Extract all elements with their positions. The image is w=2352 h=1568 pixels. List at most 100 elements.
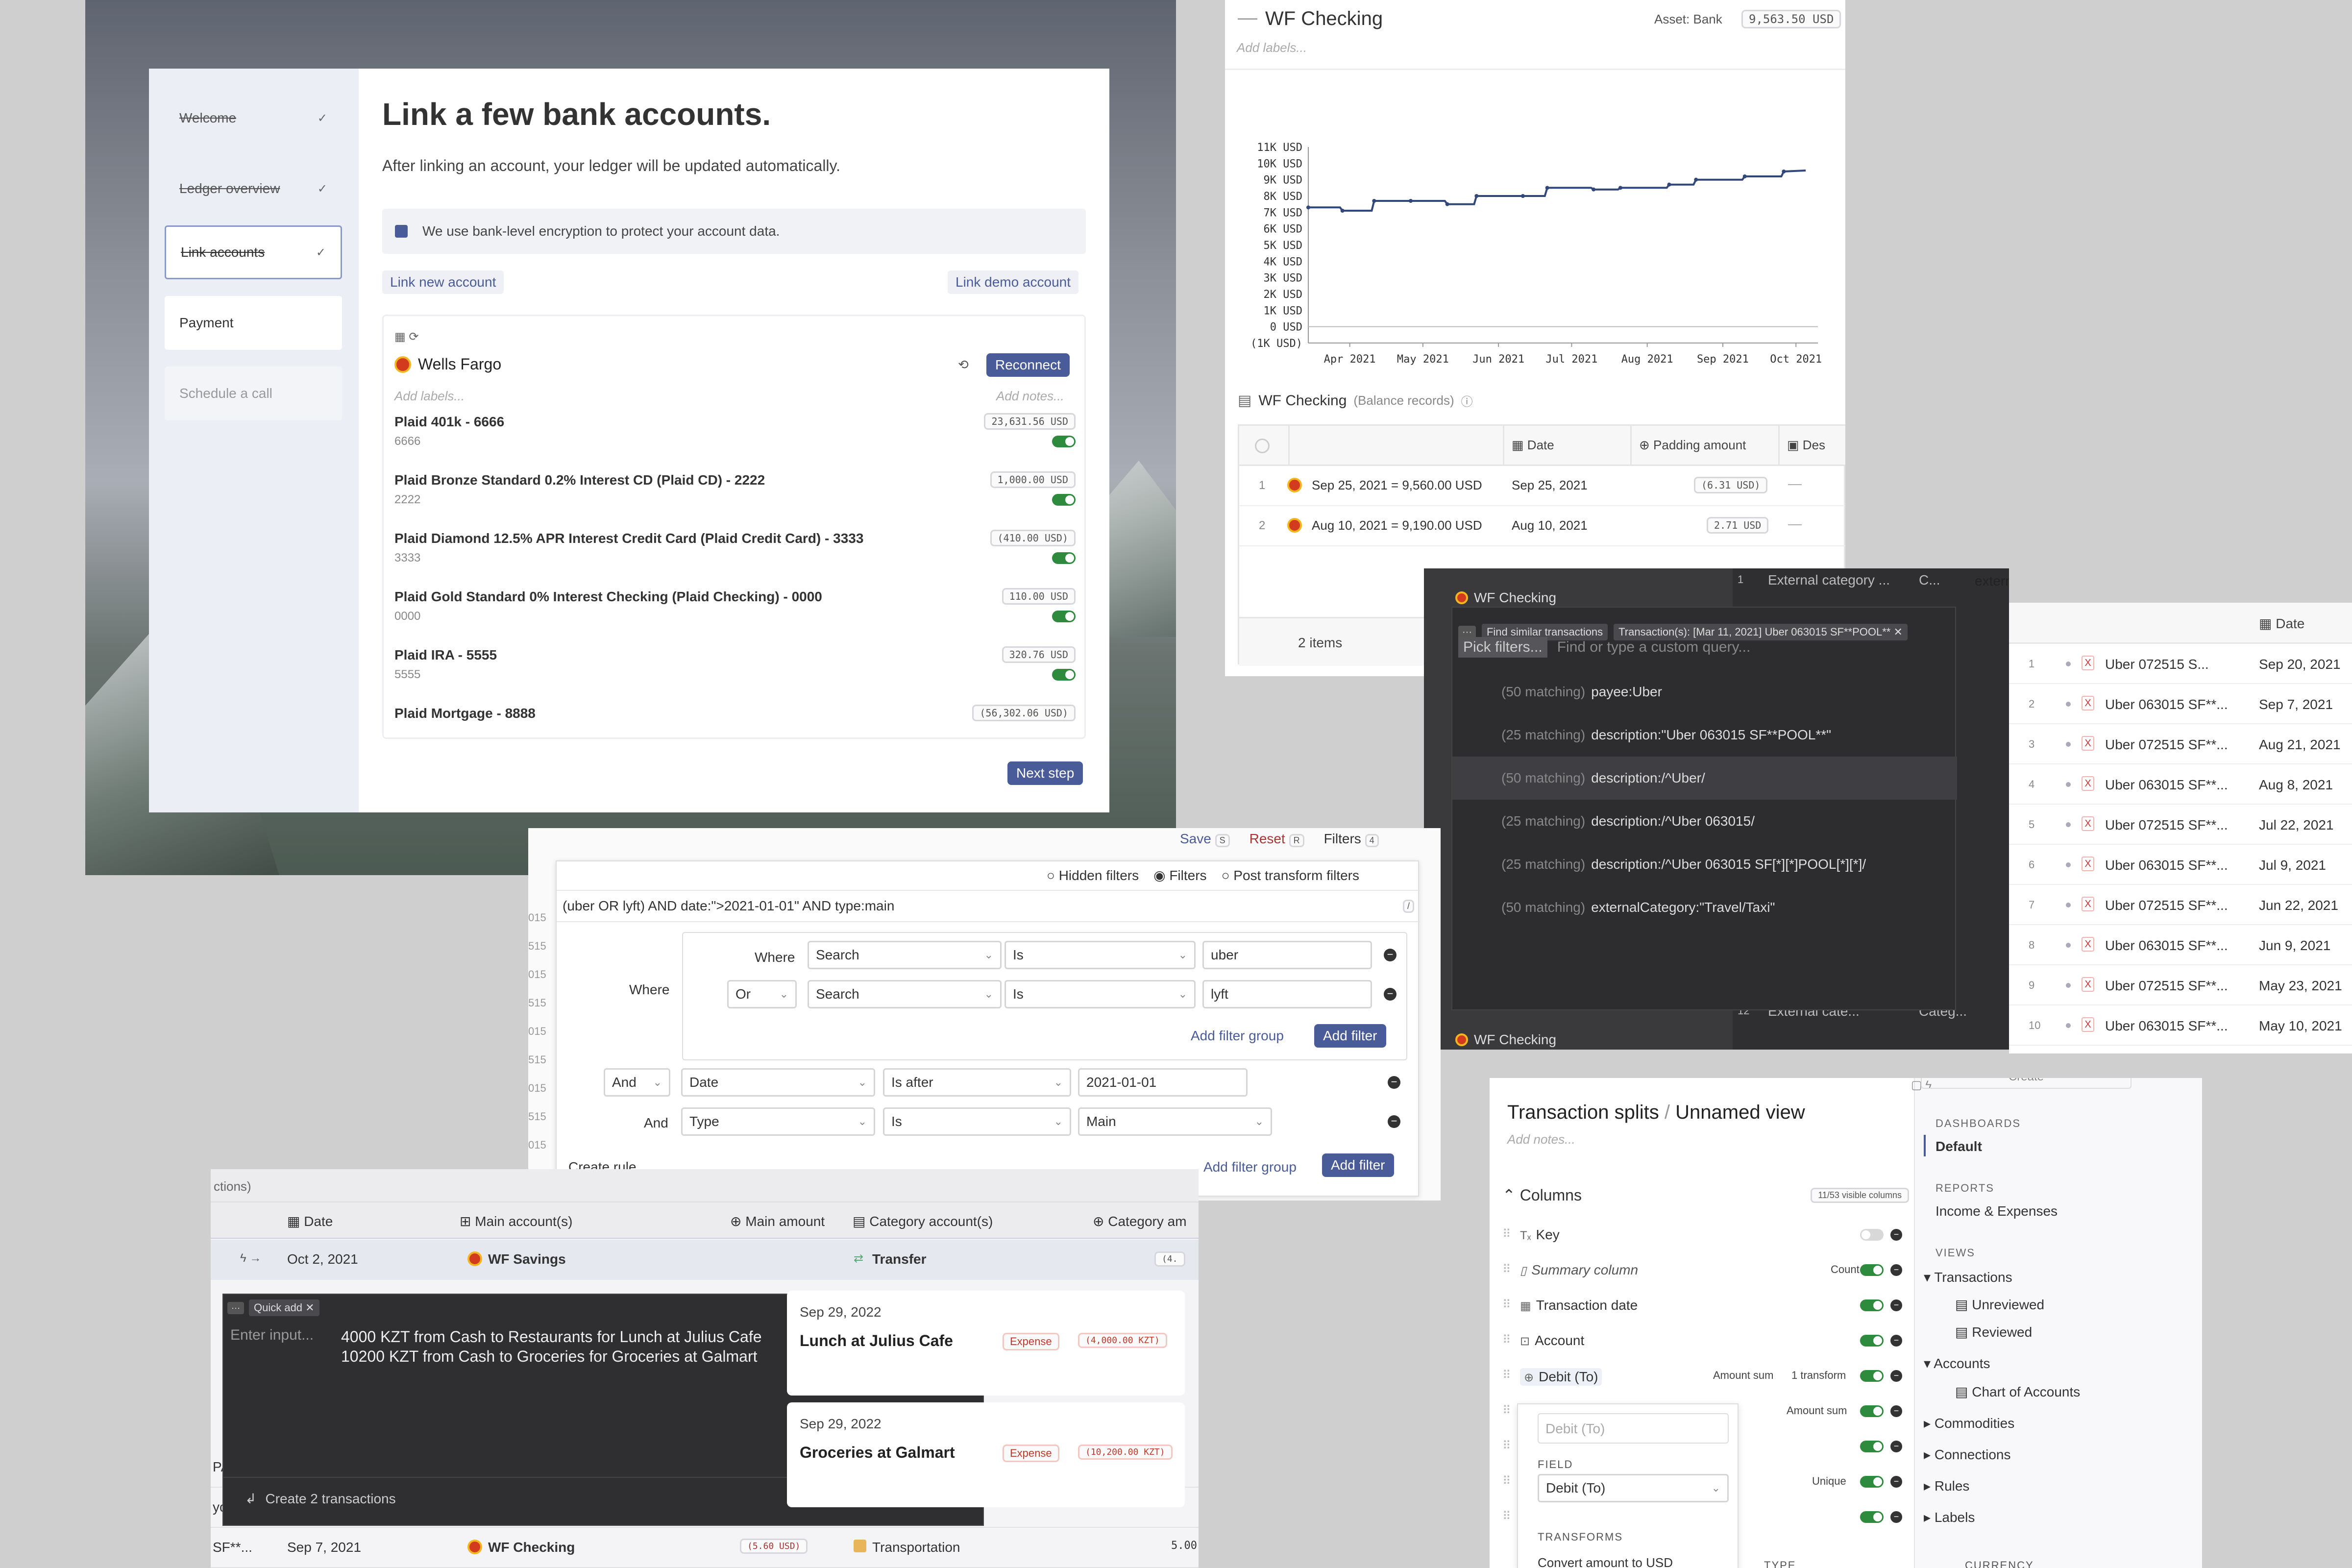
table-row[interactable]: 5 X Uber 072515 SF**... Jul 22, 2021 <box>2009 805 2352 845</box>
columns-toggle[interactable]: ⌃ Columns <box>1502 1186 1582 1204</box>
add-filter-group-button[interactable]: Add filter group <box>1203 1159 1297 1175</box>
query-input[interactable]: (uber OR lyft) AND date:">2021-01-01" AN… <box>557 890 1420 922</box>
similar-option[interactable]: (25 matching) description:/^Uber 063015/ <box>1452 800 1957 843</box>
visibility-toggle[interactable] <box>1860 1511 1884 1523</box>
add-filter-group-button[interactable]: Add filter group <box>1191 1028 1284 1044</box>
remove-column-icon[interactable]: − <box>1890 1405 1902 1417</box>
info-icon[interactable]: ⓘ <box>1461 392 1473 409</box>
sidebar-item-reviewed[interactable]: ▤ Reviewed <box>1955 1324 2032 1340</box>
table-row[interactable]: 6 X Uber 063015 SF**... Jul 9, 2021 <box>2009 845 2352 885</box>
remove-filter-icon[interactable]: − <box>1384 988 1396 1001</box>
drag-handle-icon[interactable]: ⠿ <box>1502 1262 1511 1276</box>
sync-toggle[interactable] <box>1052 436 1076 447</box>
value-input[interactable]: 2021-01-01 <box>1078 1068 1248 1097</box>
remove-column-icon[interactable]: − <box>1890 1335 1902 1347</box>
drag-handle-icon[interactable]: ⠿ <box>1502 1403 1511 1418</box>
table-row[interactable]: 2 Aug 10, 2021 = 9,190.00 USD Aug 10, 20… <box>1239 506 1845 546</box>
transaction-preview-card[interactable]: Sep 29, 2022 Groceries at Galmart Expense (… <box>787 1402 1185 1507</box>
unreviewed-badge[interactable]: X <box>2082 816 2094 831</box>
notes-input[interactable]: Add notes... <box>1507 1132 1575 1147</box>
visibility-toggle[interactable] <box>1860 1264 1884 1276</box>
value-input[interactable]: uber <box>1202 941 1372 969</box>
date-column-header[interactable]: ▦ Date <box>2259 615 2304 632</box>
step-schedule-call[interactable]: Schedule a call <box>165 367 342 420</box>
drag-handle-icon[interactable]: ⠿ <box>1502 1509 1511 1523</box>
filters-button[interactable]: Filters 4 <box>1324 831 1379 847</box>
main-amount-column-header[interactable]: ⊕ Main amount <box>730 1213 825 1229</box>
aggregate-badge[interactable]: Amount sum <box>1713 1369 1774 1382</box>
table-row[interactable]: 4 X Uber 063015 SF**... Aug 8, 2021 <box>2009 764 2352 805</box>
remove-filter-icon[interactable]: − <box>1388 1115 1400 1128</box>
link-new-account-button[interactable]: Link new account <box>382 270 504 294</box>
value-select[interactable]: Main ⌄ <box>1078 1107 1272 1136</box>
quick-add-input[interactable]: 4000 KZT from Cash to Restaurants for Lu… <box>341 1327 772 1366</box>
sidebar-item-default[interactable]: Default <box>1936 1139 1982 1154</box>
account-item[interactable]: Plaid Bronze Standard 0.2% Interest CD (… <box>394 471 1076 526</box>
operator-select[interactable]: Is ⌄ <box>1004 980 1196 1008</box>
step-link-accounts[interactable]: Link accounts ✓ <box>165 225 342 279</box>
field-select[interactable]: Search ⌄ <box>808 941 1002 969</box>
transform-item[interactable]: Convert amount to USD <box>1538 1555 1673 1568</box>
table-row[interactable]: 3 X Uber 072515 SF**... Aug 21, 2021 <box>2009 724 2352 764</box>
remove-column-icon[interactable]: − <box>1890 1370 1902 1382</box>
value-input[interactable]: lyft <box>1202 980 1372 1008</box>
visibility-toggle[interactable] <box>1860 1476 1884 1488</box>
table-row[interactable]: 1 X Uber 072515 S... Sep 20, 2021 <box>2009 644 2352 684</box>
remove-column-icon[interactable]: − <box>1890 1299 1902 1311</box>
history-icon[interactable]: ⟲ <box>958 357 969 372</box>
remove-filter-icon[interactable]: − <box>1388 1076 1400 1089</box>
transaction-preview-card[interactable]: Sep 29, 2022 Lunch at Julius Cafe Expense (… <box>787 1291 1185 1396</box>
query-input[interactable]: Find or type a custom query... <box>1557 639 1751 656</box>
sidebar-item-labels[interactable]: ▸ Labels <box>1924 1509 1975 1525</box>
radio-hidden-filters[interactable]: ○ Hidden filters <box>1047 868 1139 883</box>
table-row[interactable]: 10 X Uber 063015 SF**... May 10, 2021 <box>2009 1005 2352 1046</box>
visibility-toggle[interactable] <box>1860 1370 1884 1382</box>
unreviewed-badge[interactable]: X <box>2082 897 2094 911</box>
similar-option[interactable]: (25 matching) description:"Uber 063015 SF… <box>1452 713 1957 757</box>
sidebar-item-transactions[interactable]: ▾ Transactions <box>1924 1269 2012 1285</box>
column-row[interactable]: ⠿ ▯ Summary column Count − <box>1502 1255 1904 1286</box>
sync-toggle[interactable] <box>1052 494 1076 506</box>
date-column-header[interactable]: ▦ Date <box>1512 438 1554 453</box>
aggregate-badge[interactable]: Amount sum <box>1787 1404 1847 1417</box>
reset-button[interactable]: Reset R <box>1250 831 1304 847</box>
account-item[interactable]: Plaid 401k - 6666 6666 23,631.56 USD <box>394 413 1076 468</box>
drag-handle-icon[interactable]: ⠿ <box>1502 1439 1511 1453</box>
save-button[interactable]: Save S <box>1180 831 1230 847</box>
select-all-checkbox[interactable] <box>1255 439 1270 453</box>
column-name-input[interactable]: Debit (To) <box>1538 1413 1729 1444</box>
sync-toggle[interactable] <box>1052 669 1076 681</box>
sidebar-item-connections[interactable]: ▸ Connections <box>1924 1446 2011 1463</box>
sidebar-item-commodities[interactable]: ▸ Commodities <box>1924 1415 2014 1431</box>
sync-toggle[interactable] <box>1052 552 1076 564</box>
step-ledger-overview[interactable]: Ledger overview ✓ <box>165 162 342 216</box>
account-item[interactable]: Plaid IRA - 5555 5555 320.76 USD <box>394 646 1076 701</box>
drag-handle-icon[interactable]: ⠿ <box>1502 1298 1511 1312</box>
transform-badge[interactable]: 1 transform <box>1791 1369 1846 1382</box>
remove-column-icon[interactable]: − <box>1890 1441 1902 1452</box>
logic-select[interactable]: Or ⌄ <box>727 980 797 1008</box>
operator-select[interactable]: Is ⌄ <box>1004 941 1196 969</box>
link-demo-account-button[interactable]: Link demo account <box>948 270 1079 294</box>
unreviewed-badge[interactable]: X <box>2082 1017 2094 1032</box>
field-select[interactable]: Debit (To) ⌄ <box>1538 1474 1729 1502</box>
step-welcome[interactable]: Welcome ✓ <box>165 91 342 145</box>
operator-select[interactable]: Is ⌄ <box>883 1107 1071 1136</box>
next-step-button[interactable]: Next step <box>1007 761 1083 785</box>
sidebar-item-rules[interactable]: ▸ Rules <box>1924 1478 1969 1494</box>
unreviewed-badge[interactable]: X <box>2082 977 2094 992</box>
field-select[interactable]: Search ⌄ <box>808 980 1002 1008</box>
similar-option[interactable]: (50 matching) payee:Uber <box>1452 670 1957 713</box>
unreviewed-badge[interactable]: X <box>2082 937 2094 952</box>
table-row[interactable]: SF**... Sep 7, 2021 WF Checking (5.60 USD) T… <box>211 1528 1199 1568</box>
add-filter-button[interactable]: Add filter <box>1314 1024 1386 1048</box>
similar-option[interactable]: (50 matching) externalCategory:"Travel/Ta… <box>1452 886 1957 929</box>
similar-option[interactable]: (25 matching) description:/^Uber 063015 S… <box>1452 843 1957 886</box>
visibility-toggle[interactable] <box>1860 1229 1884 1241</box>
date-column-header[interactable]: ▦ Date <box>287 1213 333 1229</box>
drag-handle-icon[interactable]: ⠿ <box>1502 1368 1511 1382</box>
rule-row[interactable]: 1 External category ... C... <box>1733 568 2009 608</box>
column-row[interactable]: ⠿ ▦ Transaction date − <box>1502 1291 1904 1321</box>
table-row[interactable]: ϟ → Oct 2, 2021 WF Savings ⇄ Transfer (4… <box>211 1240 1199 1280</box>
field-select[interactable]: Type ⌄ <box>681 1107 875 1136</box>
